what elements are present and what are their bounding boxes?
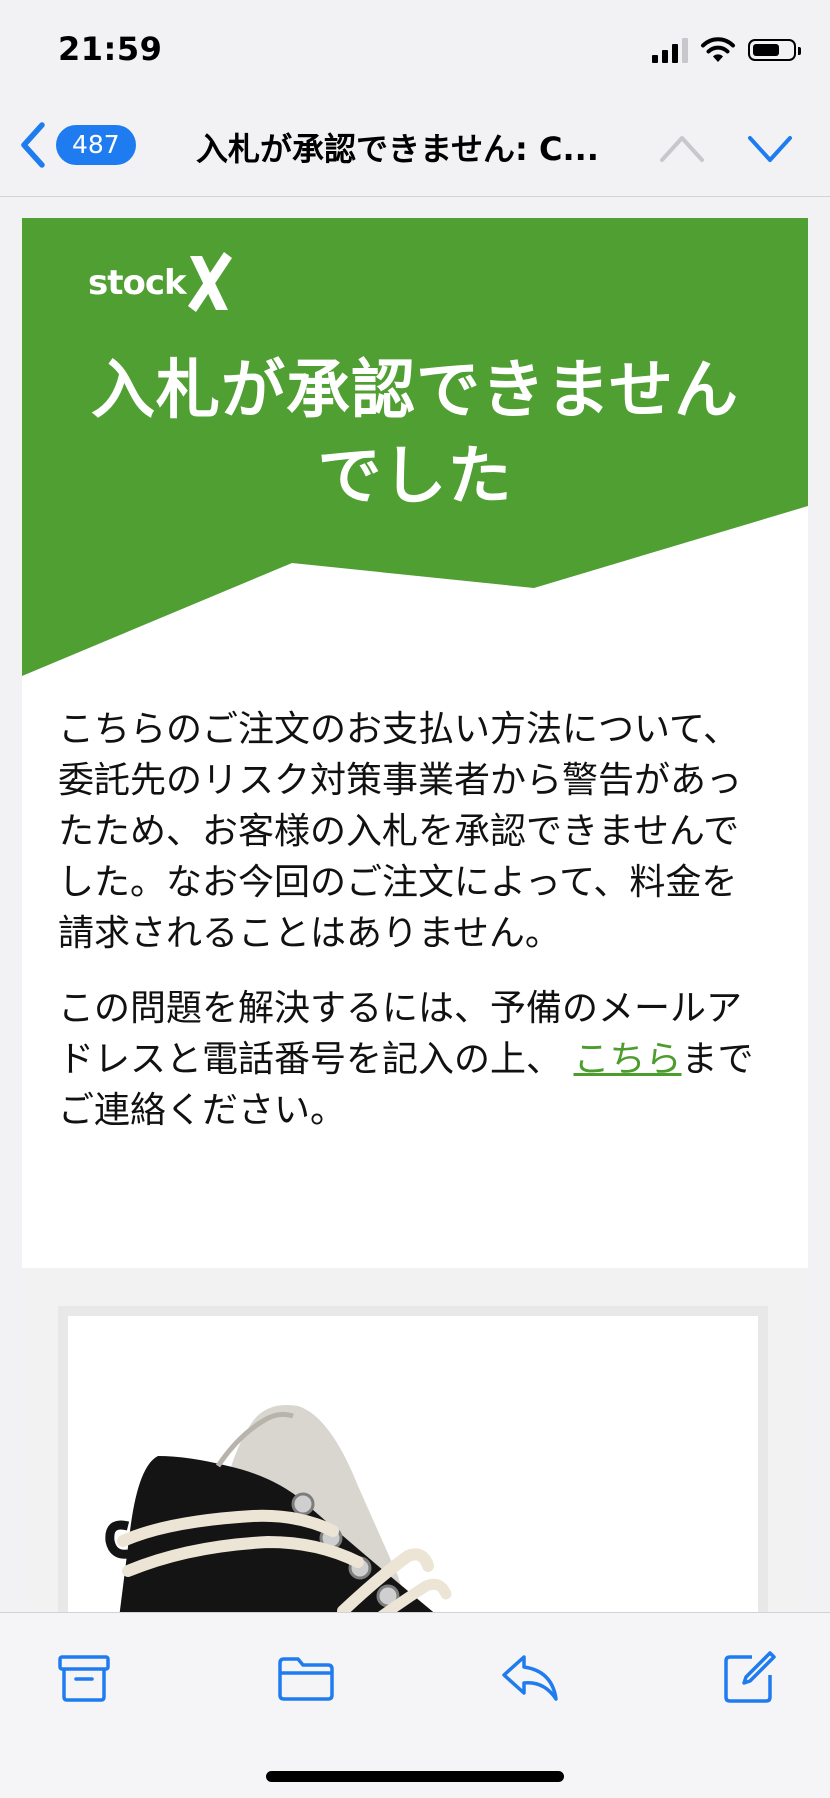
status-icons [652,36,801,64]
email-body: こちらのご注文のお支払い方法について、委託先のリスク対策事業者から警告があったた… [22,676,808,1136]
headline-line-2: でした [317,440,513,514]
headline-line-1: 入札が承認できません [90,354,740,428]
wifi-icon [701,37,735,62]
sneaker-image [105,1405,452,1612]
contact-link[interactable]: こちら [573,1039,681,1080]
status-bar: 21:59 [0,0,830,100]
stockx-logo: stock [88,248,234,318]
cellular-signal-icon [652,37,688,63]
logo-wordmark: stock [88,263,187,303]
reply-icon[interactable] [500,1649,560,1705]
headline: 入札が承認できません でした [22,348,808,520]
home-indicator [266,1771,564,1782]
email-header-banner: stock 入札が承認できません でした [22,218,808,676]
back-button[interactable]: 487 [16,120,136,170]
folder-icon[interactable] [276,1649,336,1705]
body-paragraph-1: こちらのご注文のお支払い方法について、委託先のリスク対策事業者から警告があったた… [58,709,743,954]
email-content: stock 入札が承認できません でした こちらのご注文のお支払い方法について、… [22,218,808,1612]
unread-count-badge: 487 [56,125,136,165]
chevron-left-icon [21,122,45,168]
product-section [22,1268,808,1612]
compose-icon[interactable] [722,1649,778,1705]
product-card [58,1306,768,1612]
nav-bar: 487 入札が承認できません: C... [0,100,830,197]
body-paragraph-2: この問題を解決するには、予備のメールアドレスと電話番号を記入の上、 こちらまでご… [58,983,772,1136]
chevron-down-icon[interactable] [746,130,794,166]
battery-icon [748,39,801,61]
bottom-toolbar [0,1612,830,1798]
archive-icon[interactable] [56,1649,112,1705]
email-subject-title: 入札が承認できません: C... [196,130,599,168]
status-time: 21:59 [58,30,163,68]
x-logo-icon [187,252,232,312]
product-card-inner [68,1316,758,1612]
chevron-up-icon[interactable] [658,130,706,166]
